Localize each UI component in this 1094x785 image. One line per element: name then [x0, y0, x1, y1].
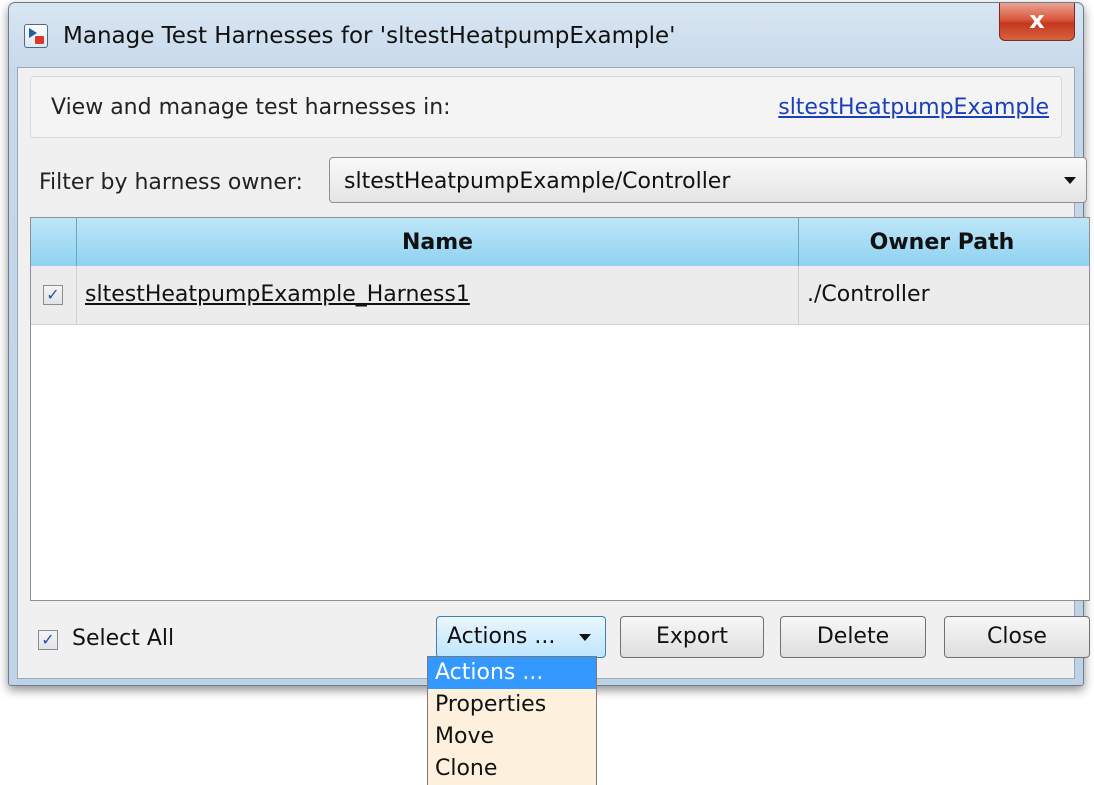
- chevron-down-icon: [579, 634, 591, 641]
- column-header-checkbox[interactable]: [31, 218, 77, 266]
- column-header-owner-path-label: Owner Path: [869, 230, 1015, 255]
- table-header: Name Owner Path: [31, 218, 1089, 267]
- row-checkbox-cell: ✓: [31, 266, 77, 324]
- actions-dropdown-button[interactable]: Actions ...: [436, 616, 606, 658]
- actions-dropdown-label: Actions ...: [447, 624, 556, 649]
- simulink-app-icon: [24, 24, 48, 48]
- harness-owner-path: ./Controller: [807, 282, 930, 307]
- menu-item-move[interactable]: Move: [428, 721, 596, 753]
- harness-table: Name Owner Path ✓ sltestHeatpumpExample_…: [30, 217, 1090, 601]
- export-button[interactable]: Export: [620, 616, 764, 658]
- app-icon-block: [35, 36, 44, 44]
- dialog-client-area: View and manage test harnesses in: sltes…: [17, 67, 1090, 679]
- actions-dropdown-menu: Actions ... Properties Move Clone: [427, 656, 597, 785]
- harness-name-link[interactable]: sltestHeatpumpExample_Harness1: [85, 282, 470, 307]
- checkbox-checked-icon: ✓: [46, 285, 60, 304]
- harness-owner-filter-select[interactable]: sltestHeatpumpExample/Controller: [329, 157, 1087, 203]
- close-icon: x: [1029, 6, 1045, 34]
- menu-item-actions[interactable]: Actions ...: [428, 657, 596, 689]
- select-all-label[interactable]: Select All: [72, 626, 174, 651]
- row-owner-path-cell: ./Controller: [799, 266, 1085, 324]
- chevron-down-icon: [1064, 177, 1076, 184]
- info-label: View and manage test harnesses in:: [51, 95, 451, 120]
- close-button[interactable]: Close: [944, 616, 1090, 658]
- menu-item-clone[interactable]: Clone: [428, 753, 596, 785]
- info-panel: View and manage test harnesses in: sltes…: [30, 76, 1062, 138]
- table-row[interactable]: ✓ sltestHeatpumpExample_Harness1 ./Contr…: [31, 266, 1089, 325]
- filter-label: Filter by harness owner:: [39, 170, 303, 195]
- column-header-name-label: Name: [401, 230, 474, 255]
- window-title: Manage Test Harnesses for 'sltestHeatpum…: [63, 23, 676, 49]
- dialog-window: Manage Test Harnesses for 'sltestHeatpum…: [8, 2, 1090, 686]
- window-close-button[interactable]: x: [999, 3, 1075, 41]
- column-header-name[interactable]: Name: [77, 218, 799, 266]
- row-checkbox[interactable]: ✓: [43, 285, 63, 305]
- column-header-owner-path[interactable]: Owner Path: [799, 218, 1085, 266]
- checkbox-checked-icon: ✓: [41, 630, 55, 649]
- filter-select-value: sltestHeatpumpExample/Controller: [344, 169, 731, 194]
- select-all-checkbox[interactable]: ✓: [38, 630, 58, 650]
- model-link[interactable]: sltestHeatpumpExample: [778, 95, 1049, 120]
- menu-item-properties[interactable]: Properties: [428, 689, 596, 721]
- title-bar[interactable]: Manage Test Harnesses for 'sltestHeatpum…: [9, 3, 1083, 67]
- delete-button[interactable]: Delete: [780, 616, 926, 658]
- row-name-cell: sltestHeatpumpExample_Harness1: [77, 266, 799, 324]
